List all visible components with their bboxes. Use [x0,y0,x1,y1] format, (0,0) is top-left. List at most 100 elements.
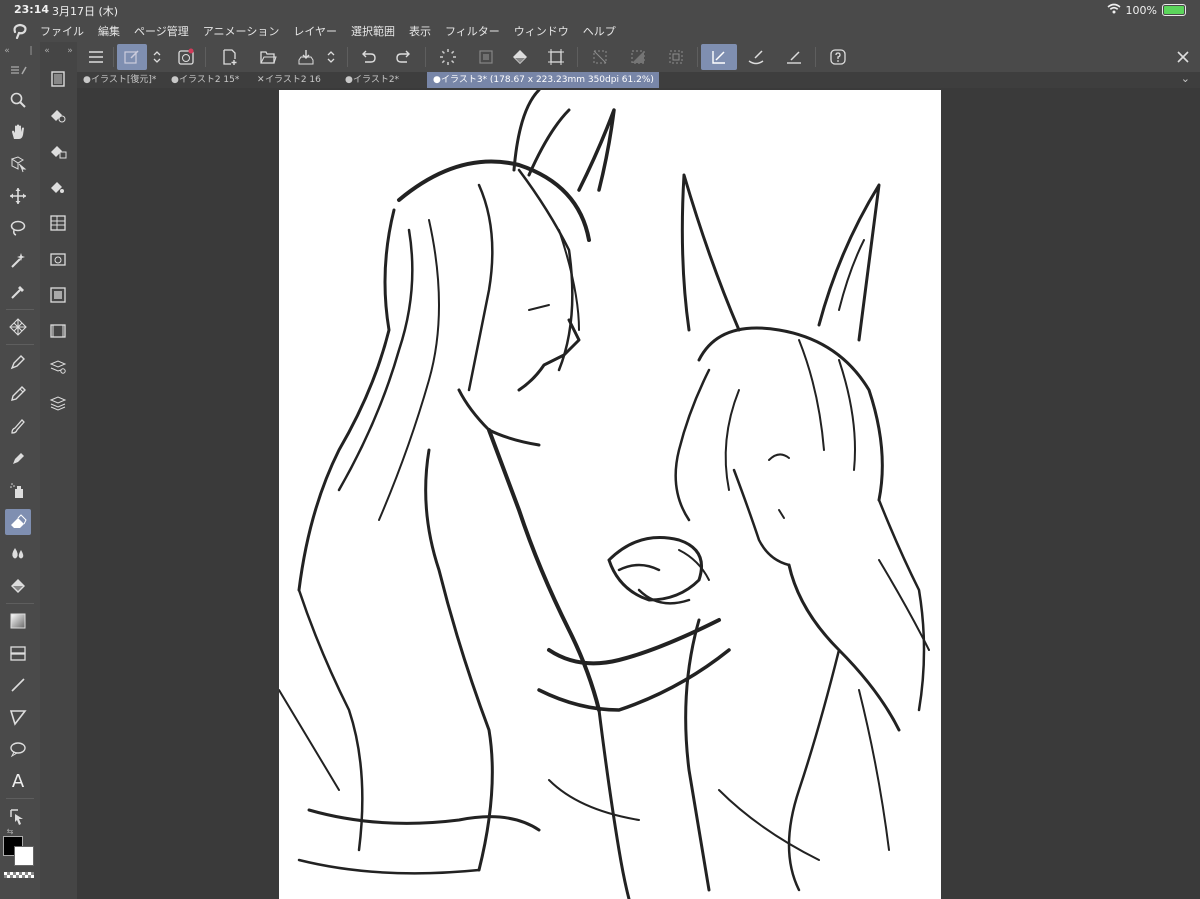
tab-document[interactable]: ✕イラスト2 16 [251,72,343,88]
eraser-hard-icon[interactable] [45,102,71,128]
hamburger-menu-icon[interactable] [83,44,109,70]
redo-icon[interactable] [391,44,417,70]
brush-icon[interactable] [5,413,31,439]
close-icon[interactable] [1170,44,1196,70]
selection-border-icon[interactable] [663,44,689,70]
chevron-updown-icon[interactable] [323,44,339,70]
status-date: 3月17日 (木) [52,5,119,18]
balloon-icon[interactable] [5,736,31,762]
eraser-soft-icon[interactable] [45,138,71,164]
chevron-down-icon[interactable]: ⌄ [1181,72,1190,85]
swap-colors-icon[interactable]: ⇆ [5,826,15,836]
animation-icon[interactable] [45,318,71,344]
transform-icon[interactable] [543,44,569,70]
battery-percent: 100% [1125,3,1157,17]
camera-icon[interactable] [45,246,71,272]
fill-icon[interactable] [5,573,31,599]
magic-wand-icon[interactable] [5,247,31,273]
clear-layer-icon[interactable] [473,44,499,70]
layer-search-icon[interactable] [45,354,71,380]
airbrush-icon[interactable] [5,445,31,471]
zoom-icon[interactable] [5,87,31,113]
background-color-swatch[interactable] [14,846,34,866]
toolbar-separator [347,47,348,67]
document-tabs: ●イラスト[復元]* ●イラスト2 15* ✕イラスト2 16 ●イラスト2* … [77,72,1200,88]
tab-document[interactable]: ●イラスト2 15* [165,72,255,88]
line-icon[interactable] [5,672,31,698]
app-logo-icon[interactable] [0,20,40,42]
loading-spinner-icon[interactable] [435,44,461,70]
toolbar-separator [815,47,816,67]
menu-help[interactable]: ヘルプ [583,23,616,39]
companion-mode-icon[interactable] [173,44,199,70]
menu-layer[interactable]: レイヤー [293,23,337,39]
menu-view[interactable]: 表示 [409,23,431,39]
save-icon[interactable] [293,44,319,70]
sketch-artwork [279,90,930,899]
pen-icon[interactable] [5,349,31,375]
chevron-updown-icon[interactable] [149,44,165,70]
tab-label: イラスト3* (178.67 x 223.23mm 350dpi 61.2%) [441,75,654,85]
tab-document[interactable]: ●イラスト2* [339,72,431,88]
help-icon[interactable] [825,44,851,70]
sub-panel-icon[interactable] [45,66,71,92]
fill-selection-icon[interactable] [507,44,533,70]
tab-label: イラスト[復元]* [91,75,157,85]
frame-icon[interactable] [5,704,31,730]
object-select-icon[interactable] [5,151,31,177]
grid-snap-icon[interactable] [781,44,807,70]
text-icon[interactable]: A [5,768,31,794]
menu-filter[interactable]: フィルター [445,23,500,39]
command-bar [77,42,1200,73]
tool-menu-icon[interactable] [2,62,36,78]
open-file-icon[interactable] [255,44,281,70]
quick-access-icon[interactable] [117,44,147,70]
menu-selection[interactable]: 選択範囲 [351,23,395,39]
tab-document[interactable]: ●イラスト[復元]* [77,72,169,88]
collapse-panel-icon[interactable]: « [40,44,54,58]
invert-selection-icon[interactable] [625,44,651,70]
gradient-icon[interactable] [5,608,31,634]
sub-tool-bar: » « [40,42,78,899]
lasso-select-icon[interactable] [5,215,31,241]
menu-edit[interactable]: 編集 [98,23,120,39]
eraser-icon[interactable] [5,509,31,535]
menu-animation[interactable]: アニメーション [203,23,280,39]
tool-divider [6,344,34,345]
status-bar: 23:14 3月17日 (木) 100% [0,0,1200,20]
tab-document-active[interactable]: ●イラスト3* (178.67 x 223.23mm 350dpi 61.2%) [427,72,659,88]
figure-icon[interactable] [5,640,31,666]
new-file-icon[interactable] [217,44,243,70]
eraser-vector-icon[interactable] [45,174,71,200]
collapse-right-icon[interactable]: | [24,44,38,58]
layers-icon[interactable] [45,390,71,416]
menu-page[interactable]: ページ管理 [134,23,189,39]
deselect-icon[interactable] [587,44,613,70]
hand-icon[interactable] [5,119,31,145]
expand-panel-icon[interactable]: » [64,44,76,58]
spray-icon[interactable] [5,477,31,503]
tool-divider [6,309,34,310]
tab-label: イラスト2* [353,75,400,85]
mesh-icon[interactable] [5,314,31,340]
move-icon[interactable] [5,183,31,209]
drawing-canvas[interactable] [279,90,941,899]
menu-file[interactable]: ファイル [40,23,84,39]
blend-icon[interactable] [5,541,31,567]
material-icon[interactable] [45,282,71,308]
menu-window[interactable]: ウィンドウ [514,23,569,39]
layer-property-icon[interactable] [45,210,71,236]
eyedropper-icon[interactable] [5,279,31,305]
ruler-snap-icon[interactable] [701,44,737,70]
toolbar-separator [113,47,114,67]
unsaved-dot-icon: ● [171,75,179,85]
special-ruler-icon[interactable] [743,44,769,70]
unsaved-dot-icon: ● [83,75,91,85]
transparent-color-swatch[interactable] [4,872,34,878]
undo-icon[interactable] [355,44,381,70]
close-tab-icon[interactable]: ✕ [257,72,265,88]
status-time: 23:14 [14,3,50,16]
menu-bar: ファイル 編集 ページ管理 アニメーション レイヤー 選択範囲 表示 フィルター… [0,20,1200,42]
collapse-left-icon[interactable]: « [0,44,14,58]
pencil-icon[interactable] [5,381,31,407]
